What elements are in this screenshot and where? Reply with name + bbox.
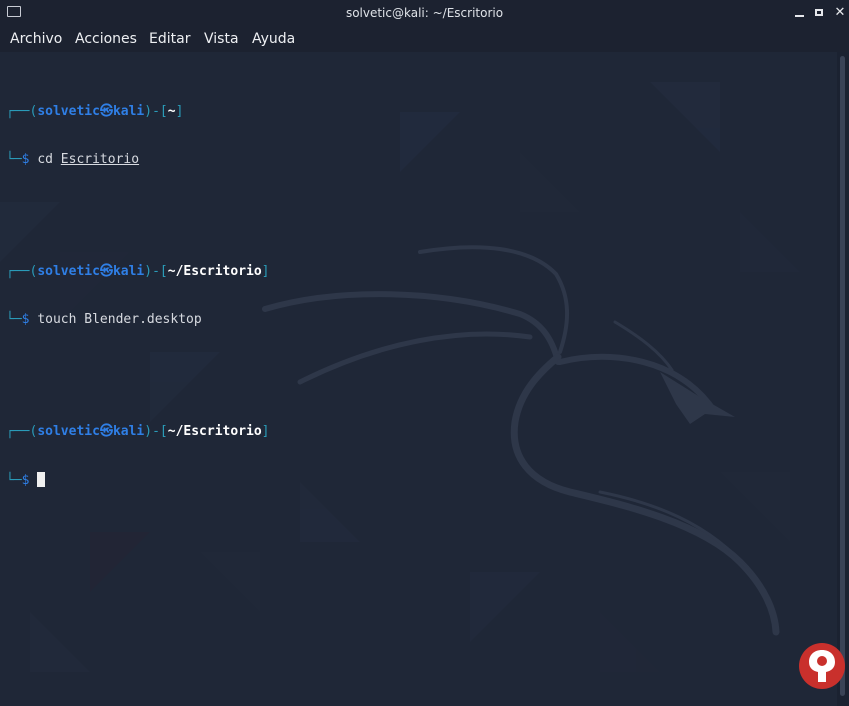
prompt-host: kali	[112, 424, 145, 439]
prompt-second: └─	[6, 312, 22, 327]
prompt-line: ┌──(solvetic㉿kali)-[~/Escritorio]	[6, 264, 270, 280]
menu-editar[interactable]: Editar	[149, 31, 190, 47]
prompt-dollar: $	[21, 312, 30, 327]
prompt-sep: )-[	[144, 104, 168, 119]
prompt-close: ]	[175, 104, 184, 119]
scrollbar-thumb[interactable]	[840, 56, 845, 696]
prompt-dollar: $	[21, 152, 30, 167]
prompt-path: ~	[167, 104, 176, 119]
prompt-close: ]	[261, 264, 270, 279]
window-title: solvetic@kali: ~/Escritorio	[345, 6, 504, 20]
prompt-host: kali	[112, 264, 145, 279]
text-cursor	[37, 472, 46, 487]
prompt-dollar: $	[21, 473, 30, 488]
prompt-path: ~/Escritorio	[167, 264, 262, 279]
scrollbar[interactable]	[837, 52, 849, 706]
close-icon[interactable]: ✕	[831, 4, 849, 22]
command-line[interactable]: └─$	[6, 472, 270, 488]
prompt-second: └─	[6, 473, 22, 488]
menu-archivo[interactable]: Archivo	[10, 31, 62, 47]
prompt-at: ㉿	[99, 104, 113, 119]
prompt-at: ㉿	[99, 424, 113, 439]
command-line: └─$ touch Blender.desktop	[6, 312, 270, 328]
prompt-host: kali	[112, 104, 145, 119]
command-line: └─$ cd Escritorio	[6, 152, 270, 168]
menu-vista[interactable]: Vista	[204, 31, 239, 47]
prompt-at: ㉿	[99, 264, 113, 279]
prompt-user: solvetic	[37, 104, 100, 119]
prompt-sep: )-[	[144, 424, 168, 439]
minimize-icon[interactable]	[791, 4, 809, 22]
prompt-user: solvetic	[37, 264, 100, 279]
prompt-second: └─	[6, 152, 22, 167]
command-arg: Escritorio	[60, 152, 140, 167]
solvetic-logo-icon	[799, 643, 845, 689]
menu-bar: Archivo Acciones Editar Vista Ayuda	[0, 28, 849, 52]
maximize-icon[interactable]	[811, 4, 829, 22]
prompt-sep: )-[	[144, 264, 168, 279]
title-bar[interactable]: solvetic@kali: ~/Escritorio ✕	[0, 0, 849, 28]
prompt-open: ┌──(	[6, 424, 38, 439]
prompt-path: ~/Escritorio	[167, 424, 262, 439]
menu-acciones[interactable]: Acciones	[75, 31, 137, 47]
prompt-open: ┌──(	[6, 104, 38, 119]
terminal-output: ┌──(solvetic㉿kali)-[~] └─$ cd Escritorio…	[6, 56, 270, 520]
command-name: touch	[37, 312, 77, 327]
terminal-window: solvetic@kali: ~/Escritorio ✕ Archivo Ac…	[0, 0, 849, 706]
command-name: cd	[37, 152, 53, 167]
prompt-open: ┌──(	[6, 264, 38, 279]
prompt-user: solvetic	[37, 424, 100, 439]
prompt-line: ┌──(solvetic㉿kali)-[~/Escritorio]	[6, 424, 270, 440]
prompt-line: ┌──(solvetic㉿kali)-[~]	[6, 104, 270, 120]
terminal-area[interactable]: ┌──(solvetic㉿kali)-[~] └─$ cd Escritorio…	[0, 52, 837, 706]
prompt-close: ]	[261, 424, 270, 439]
menu-ayuda[interactable]: Ayuda	[252, 31, 295, 47]
command-arg: Blender.desktop	[84, 312, 202, 327]
